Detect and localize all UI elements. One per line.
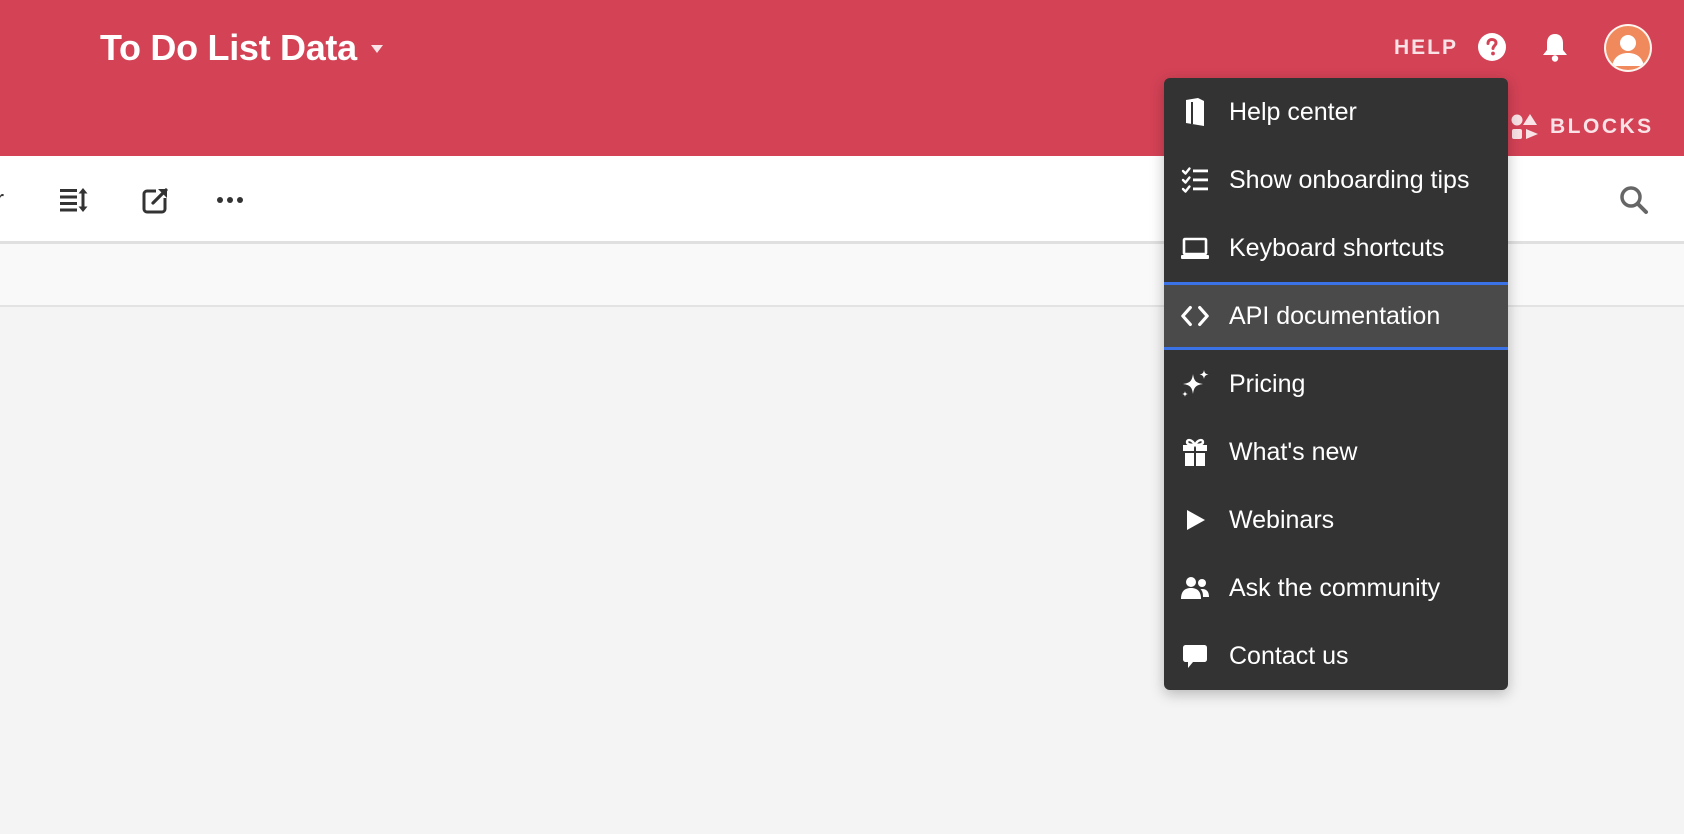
menu-item-label: Keyboard shortcuts bbox=[1229, 233, 1445, 262]
help-menu-item-onboarding-tips[interactable]: Show onboarding tips bbox=[1164, 146, 1508, 214]
bell-icon[interactable] bbox=[1539, 30, 1571, 64]
laptop-icon bbox=[1180, 233, 1210, 263]
blocks-button[interactable]: BLOCKS bbox=[1510, 112, 1654, 142]
sparkle-icon bbox=[1180, 369, 1210, 399]
code-icon bbox=[1180, 301, 1210, 331]
search-icon[interactable] bbox=[1618, 184, 1650, 216]
gift-icon bbox=[1180, 437, 1210, 467]
blocks-label: BLOCKS bbox=[1550, 115, 1654, 138]
user-icon bbox=[1612, 35, 1644, 66]
users-icon bbox=[1180, 573, 1210, 603]
row-height-icon[interactable] bbox=[58, 184, 90, 216]
help-link[interactable]: HELP bbox=[1394, 36, 1458, 60]
question-circle-icon[interactable] bbox=[1477, 32, 1507, 62]
toolbar-partial-label[interactable]: r bbox=[0, 186, 4, 214]
share-view-icon[interactable] bbox=[140, 184, 172, 216]
help-menu-item-help-center[interactable]: Help center bbox=[1164, 78, 1508, 146]
menu-item-label: Contact us bbox=[1229, 641, 1349, 670]
blocks-icon bbox=[1511, 114, 1538, 139]
help-menu-item-pricing[interactable]: Pricing bbox=[1164, 350, 1508, 418]
menu-item-label: What's new bbox=[1229, 437, 1358, 466]
chevron-down-icon bbox=[370, 45, 383, 53]
help-menu-item-ask-community[interactable]: Ask the community bbox=[1164, 554, 1508, 622]
chat-bubble-icon bbox=[1180, 641, 1210, 671]
user-avatar[interactable] bbox=[1604, 24, 1652, 72]
help-menu-item-whats-new[interactable]: What's new bbox=[1164, 418, 1508, 486]
menu-item-label: Show onboarding tips bbox=[1229, 165, 1470, 194]
checklist-icon bbox=[1180, 165, 1210, 195]
menu-item-label: Pricing bbox=[1229, 369, 1306, 398]
play-icon bbox=[1180, 505, 1210, 535]
menu-item-label: Webinars bbox=[1229, 505, 1335, 534]
menu-item-label: API documentation bbox=[1229, 301, 1441, 330]
help-menu-item-webinars[interactable]: Webinars bbox=[1164, 486, 1508, 554]
menu-item-label: Ask the community bbox=[1229, 573, 1441, 602]
help-menu-item-contact-us[interactable]: Contact us bbox=[1164, 622, 1508, 690]
more-options-icon[interactable] bbox=[214, 184, 246, 216]
help-menu: Help center Show onboarding tips Keyboar… bbox=[1164, 78, 1508, 690]
help-menu-item-keyboard-shortcuts[interactable]: Keyboard shortcuts bbox=[1164, 214, 1508, 282]
base-title-dropdown[interactable]: To Do List Data bbox=[100, 26, 383, 70]
base-title: To Do List Data bbox=[100, 27, 357, 68]
help-menu-item-api-documentation[interactable]: API documentation bbox=[1164, 282, 1508, 350]
book-icon bbox=[1180, 97, 1210, 127]
menu-item-label: Help center bbox=[1229, 97, 1357, 126]
